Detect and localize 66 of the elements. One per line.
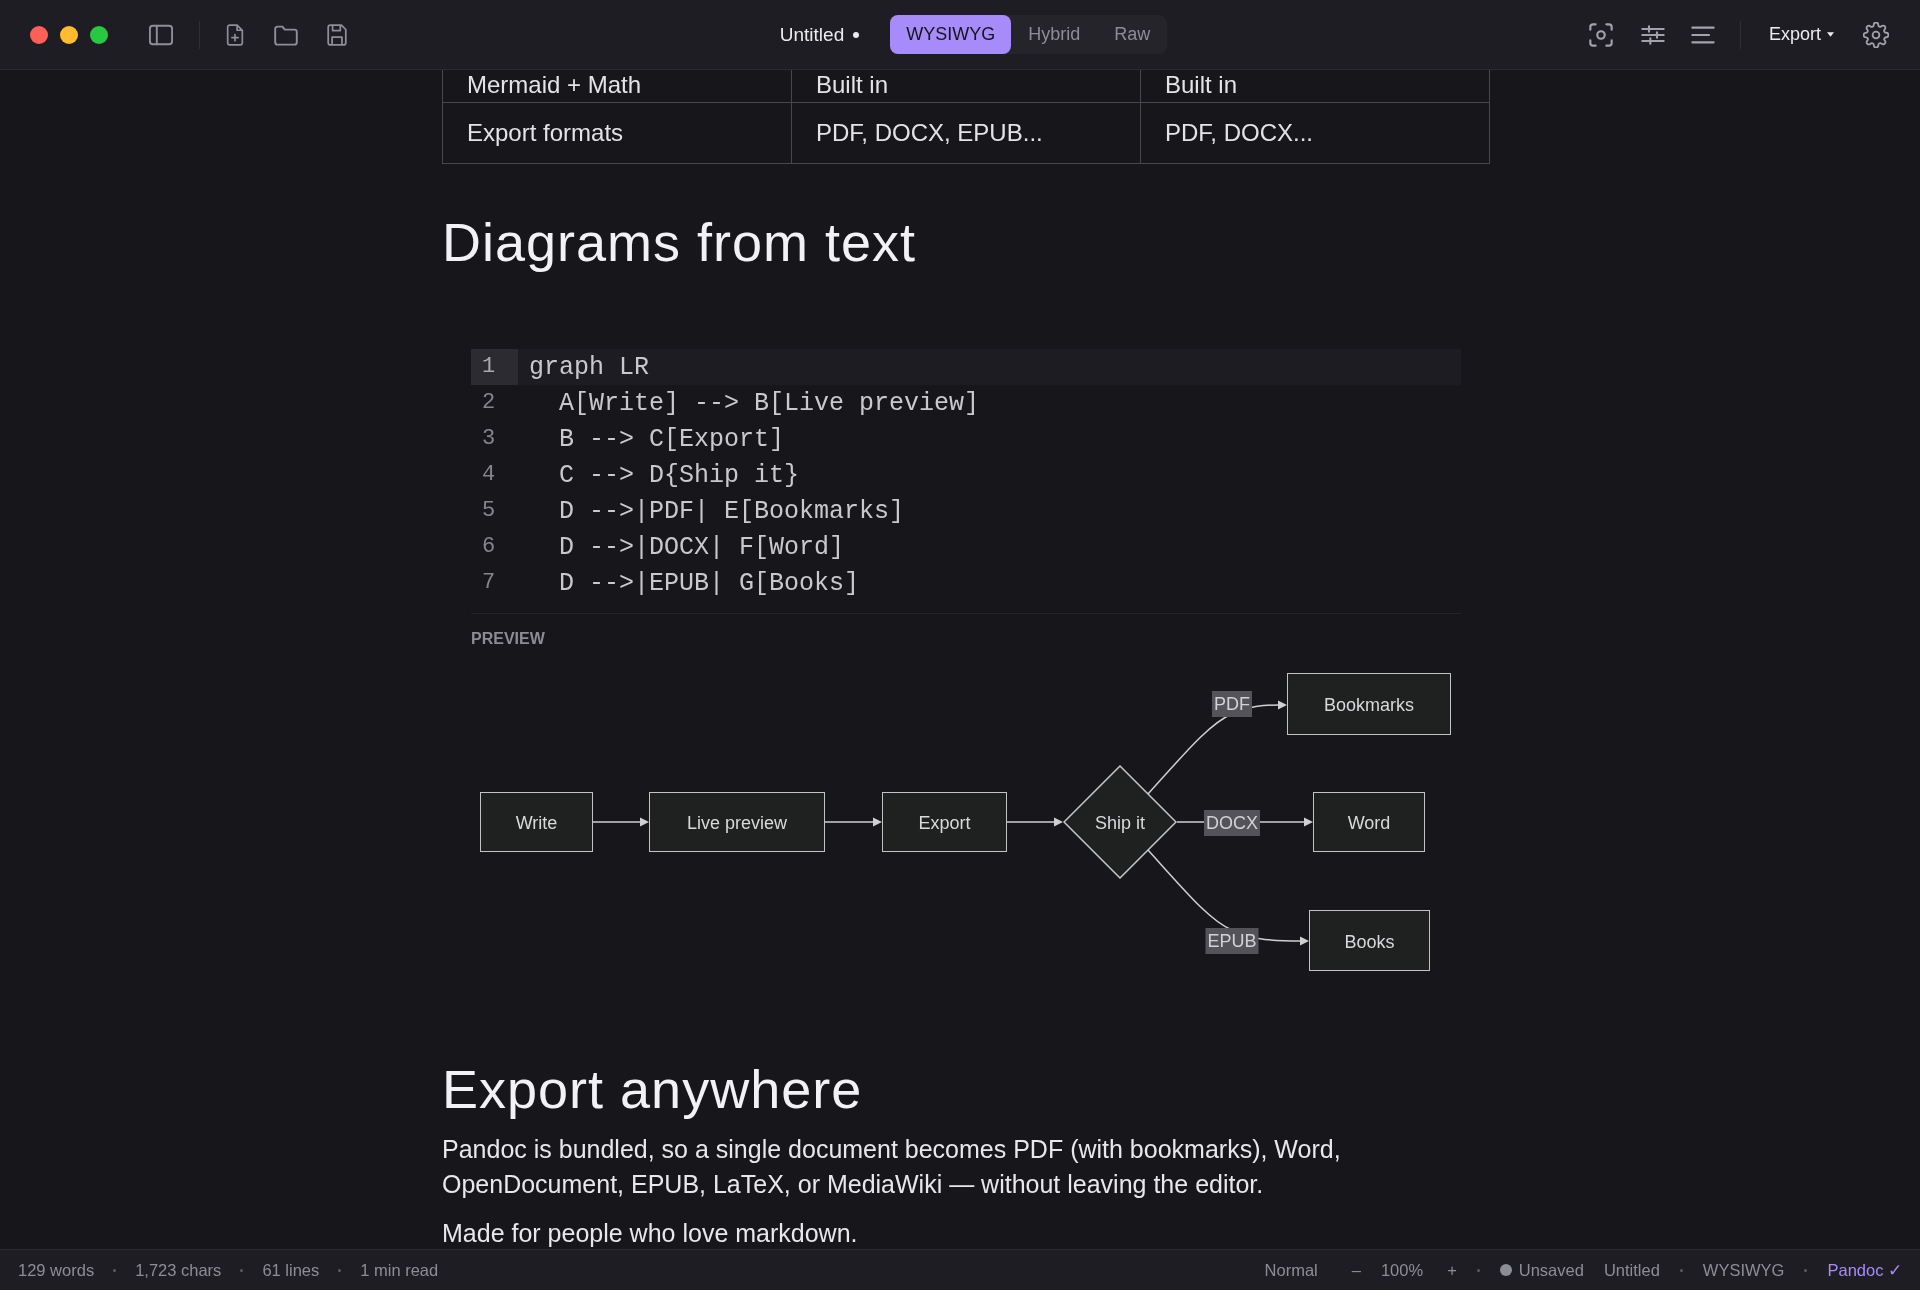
flowchart-node: Export xyxy=(882,792,1007,852)
zoom-in-button[interactable]: + xyxy=(1447,1260,1457,1280)
sliders-icon[interactable] xyxy=(1641,22,1665,47)
section-heading: Diagrams from text xyxy=(442,211,918,274)
mode-tab[interactable]: WYSIWYG xyxy=(890,15,1012,54)
focus-icon[interactable] xyxy=(1589,22,1613,47)
flowchart-node: Live preview xyxy=(649,792,825,852)
zoom-level: 100% xyxy=(1380,1260,1424,1280)
code-line: graph LR xyxy=(529,352,650,382)
line-number: 6 xyxy=(481,533,497,561)
flowchart-node: Bookmarks xyxy=(1287,673,1451,735)
table-cell: PDF, DOCX, EPUB... xyxy=(816,119,1043,146)
flowchart-node: Word xyxy=(1313,792,1425,852)
window-zoom-icon[interactable] xyxy=(90,25,108,44)
save-icon[interactable] xyxy=(325,23,349,46)
sidebar-icon[interactable] xyxy=(149,23,173,46)
file-name: Untitled xyxy=(1603,1260,1660,1280)
line-number: 5 xyxy=(481,497,497,525)
mode-indicator: WYSIWYG xyxy=(1702,1260,1785,1280)
status-text: 1 min read xyxy=(360,1260,439,1280)
pandoc-status: Pandoc ✓ xyxy=(1827,1260,1902,1280)
window-close-icon[interactable] xyxy=(30,25,48,44)
code-line: D -->|DOCX| F[Word] xyxy=(558,532,845,562)
code-line: A[Write] --> B[Live preview] xyxy=(558,388,980,418)
flowchart-node: Books xyxy=(1309,910,1430,971)
edge-label: DOCX xyxy=(1204,810,1260,836)
folder-icon[interactable] xyxy=(274,23,298,46)
edge-label: PDF xyxy=(1212,691,1252,717)
connector-arrow xyxy=(1006,817,1063,827)
flowchart-node: Write xyxy=(480,792,593,852)
table-cell: Mermaid + Math xyxy=(467,71,642,98)
paragraph: Pandoc is bundled, so a single document becomes PDF (with bookmarks), Word, OpenDocument, EPUB, LaTeX, or MediaWiki — without leaving the editor. xyxy=(442,1134,1342,1200)
line-number: 7 xyxy=(481,569,497,597)
window-minimize-icon[interactable] xyxy=(60,25,78,44)
connector-arrow xyxy=(824,817,882,827)
code-line: C --> D{Ship it} xyxy=(558,460,800,490)
zoom-out-button[interactable]: – xyxy=(1351,1260,1361,1280)
table-cell: Export formats xyxy=(467,119,624,146)
section-heading: Export anywhere xyxy=(442,1058,864,1121)
connector-arrow xyxy=(592,817,649,827)
status-text: 129 words xyxy=(18,1260,95,1280)
code-line: D -->|EPUB| G[Books] xyxy=(558,568,860,598)
table-cell: PDF, DOCX... xyxy=(1165,119,1314,146)
save-status: Unsaved xyxy=(1518,1260,1584,1280)
decision-node: Ship it xyxy=(1063,765,1177,879)
line-number: 3 xyxy=(481,425,497,453)
line-number: 2 xyxy=(481,389,497,417)
edge-label: EPUB xyxy=(1205,928,1259,954)
mode-tab[interactable]: Raw xyxy=(1097,15,1168,54)
code-line: D -->|PDF| E[Bookmarks] xyxy=(558,496,905,526)
caret-icon xyxy=(1827,32,1834,37)
status-text: 61 lines xyxy=(262,1260,320,1280)
mode-tab[interactable]: Hybrid xyxy=(1011,15,1098,54)
table-cell: Built in xyxy=(816,71,889,98)
table-cell: Built in xyxy=(1165,71,1238,98)
style-selector[interactable]: Normal xyxy=(1264,1260,1318,1280)
paragraph: Made for people who love markdown. xyxy=(442,1218,859,1249)
settings-icon[interactable] xyxy=(1863,21,1889,48)
line-number: 1 xyxy=(471,349,518,385)
status-dot-icon xyxy=(1499,1264,1512,1276)
line-number: 4 xyxy=(481,461,497,489)
status-text: 1,723 chars xyxy=(135,1260,222,1280)
code-line: B --> C[Export] xyxy=(558,424,785,454)
export-button[interactable]: Export xyxy=(1769,24,1834,45)
document-title: Untitled xyxy=(779,23,845,46)
preview-label: PREVIEW xyxy=(471,630,545,647)
